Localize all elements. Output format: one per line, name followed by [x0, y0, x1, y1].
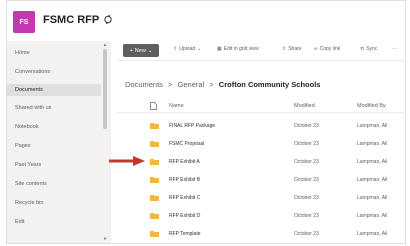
link-icon: ∞	[314, 46, 318, 52]
file-row[interactable]: RFP Exhibit B October 23 Lampman, Ali	[117, 171, 405, 189]
file-modified: October 23	[294, 123, 319, 129]
copy-link-button[interactable]: ∞ Copy link	[314, 46, 340, 52]
nav-item-site-contents[interactable]: Site contents	[15, 181, 47, 187]
breadcrumb: Documents > General > Crofton Community …	[125, 80, 320, 89]
nav-item-documents[interactable]: Documents	[7, 84, 101, 96]
file-name[interactable]: FSMC Proposal	[169, 141, 204, 147]
file-name[interactable]: FINAL RFP Package	[169, 123, 215, 129]
folder-icon	[150, 141, 159, 147]
edit-grid-button[interactable]: ▦ Edit in grid view	[217, 46, 259, 52]
file-row[interactable]: RFP Exhibit C October 23 Lampman, Ali	[117, 189, 405, 207]
file-modified: October 23	[294, 195, 319, 201]
file-name[interactable]: RFP Exhibit D	[169, 213, 200, 219]
file-row[interactable]: RFP Template October 23 Lampman, Ali	[117, 225, 405, 243]
sync-label: Sync	[366, 46, 378, 52]
file-modified-by: Lampman, Ali	[357, 141, 388, 147]
file-list-header: Name Modified Modified By	[117, 99, 405, 113]
nav-item-past-years[interactable]: Past Years	[15, 162, 41, 168]
share-label: Share	[288, 46, 302, 52]
edit-grid-label: Edit in grid view	[223, 46, 259, 52]
sync-icon	[104, 15, 112, 24]
sync-button[interactable]: ⟲ Sync	[360, 46, 377, 52]
file-modified-by: Lampman, Ali	[357, 213, 388, 219]
file-row[interactable]: RFP Exhibit D October 23 Lampman, Ali	[117, 207, 405, 225]
file-modified: October 23	[294, 177, 319, 183]
site-header: FS FSMC RFP	[7, 1, 405, 39]
file-modified-by: Lampman, Ali	[357, 123, 388, 129]
sidebar-scroll-thumb[interactable]	[103, 49, 107, 129]
chevron-down-icon: ⌄	[197, 46, 202, 52]
new-button-label: New	[134, 47, 146, 54]
file-row[interactable]: FINAL RFP Package October 23 Lampman, Ali	[117, 117, 405, 135]
file-row[interactable]: RFP Exhibit A October 23 Lampman, Ali	[117, 153, 405, 171]
site-title[interactable]: FSMC RFP	[43, 14, 99, 26]
column-header-modified-by[interactable]: Modified By	[357, 103, 386, 109]
share-icon: ⇪	[282, 46, 287, 52]
breadcrumb-separator: >	[209, 80, 214, 89]
file-modified-by: Lampman, Ali	[357, 159, 388, 165]
breadcrumb-separator: >	[168, 80, 173, 89]
new-button[interactable]: + New ⌄	[123, 44, 159, 57]
folder-icon	[150, 213, 159, 219]
column-header-modified[interactable]: Modified	[294, 103, 315, 109]
scroll-up-icon[interactable]: ▲	[103, 43, 107, 47]
file-modified-by: Lampman, Ali	[357, 195, 388, 201]
file-row[interactable]: FSMC Proposal October 23 Lampman, Ali	[117, 135, 405, 153]
folder-icon	[150, 177, 159, 183]
file-modified: October 23	[294, 231, 319, 237]
file-modified: October 23	[294, 141, 319, 147]
copy-link-label: Copy link	[319, 46, 341, 52]
file-modified: October 23	[294, 213, 319, 219]
folder-icon	[150, 159, 159, 165]
upload-label: Upload	[179, 46, 196, 52]
nav-item-pages[interactable]: Pages	[15, 143, 31, 149]
nav-item-conversations[interactable]: Conversations	[15, 69, 50, 75]
file-modified: October 23	[294, 159, 319, 165]
chevron-down-icon: ⌄	[147, 47, 153, 54]
sync-icon: ⟲	[360, 46, 365, 52]
nav-item-home[interactable]: Home	[15, 50, 30, 56]
column-header-name[interactable]: Name	[169, 103, 184, 109]
scroll-down-icon[interactable]: ▼	[103, 237, 107, 241]
left-navigation: Home Conversations Documents Shared with…	[7, 41, 111, 243]
file-name[interactable]: RFP Exhibit A	[169, 159, 200, 165]
folder-icon	[150, 195, 159, 201]
nav-item-shared-with-us[interactable]: Shared with us	[15, 105, 51, 111]
file-name[interactable]: RFP Template	[169, 231, 201, 237]
command-bar: + New ⌄ ⇧ Upload ⌄ ▦ Edit in grid view ⇪…	[117, 41, 405, 61]
site-logo[interactable]: FS	[13, 11, 35, 33]
document-icon	[150, 102, 157, 110]
folder-icon	[150, 231, 159, 237]
more-button[interactable]: ···	[392, 46, 397, 52]
upload-icon: ⇧	[173, 46, 178, 52]
breadcrumb-item-general[interactable]: General	[178, 80, 205, 89]
nav-item-edit[interactable]: Edit	[15, 219, 24, 225]
sharepoint-window: FS FSMC RFP Home Conversations Documents…	[6, 0, 406, 244]
file-name[interactable]: RFP Exhibit C	[169, 195, 200, 201]
file-modified-by: Lampman, Ali	[357, 231, 388, 237]
file-modified-by: Lampman, Ali	[357, 177, 388, 183]
arrow-pointer-icon	[109, 156, 145, 166]
plus-icon: +	[129, 47, 133, 54]
folder-icon	[150, 123, 159, 129]
nav-item-recycle-bin[interactable]: Recycle bin	[15, 200, 43, 206]
share-button[interactable]: ⇪ Share	[282, 46, 302, 52]
breadcrumb-current: Crofton Community Schools	[218, 80, 321, 89]
file-name[interactable]: RFP Exhibit B	[169, 177, 200, 183]
grid-icon: ▦	[217, 46, 222, 52]
nav-item-notebook[interactable]: Notebook	[15, 124, 39, 130]
upload-button[interactable]: ⇧ Upload ⌄	[173, 46, 201, 52]
breadcrumb-item-documents[interactable]: Documents	[125, 80, 163, 89]
